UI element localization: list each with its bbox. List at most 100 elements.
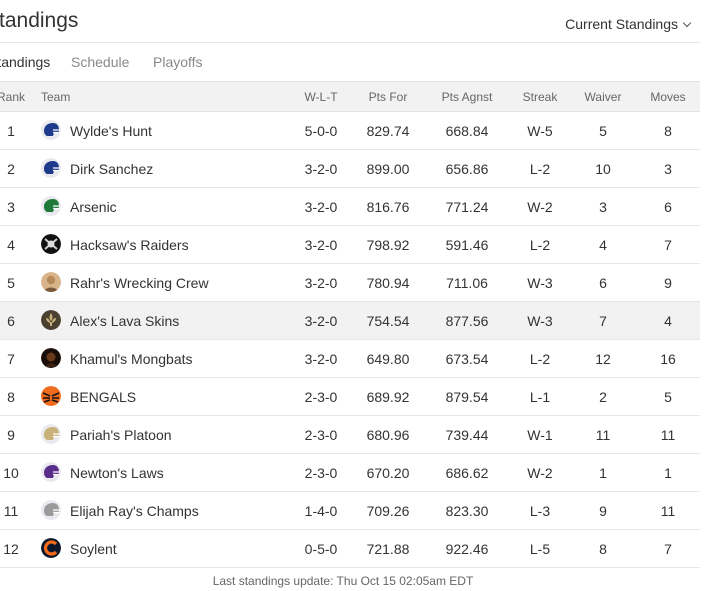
moves-cell: 4 bbox=[664, 313, 672, 329]
waiver-cell: 4 bbox=[599, 237, 607, 253]
streak-cell: L-2 bbox=[529, 237, 551, 253]
streak-cell: W-5 bbox=[527, 123, 553, 139]
team-name-link[interactable]: Pariah's Platoon bbox=[70, 427, 172, 443]
streak-cell: L-3 bbox=[529, 503, 551, 519]
bengals-stripe-logo[interactable] bbox=[41, 386, 61, 406]
table-row[interactable]: 1 Wylde's Hunt 5-0-0 829.74 668.84 W-5 5 8 bbox=[0, 112, 700, 150]
table-header: Rank Team W-L-T Pts For Pts Agnst Streak… bbox=[0, 81, 700, 112]
table-row[interactable]: 3 Arsenic 3-2-0 816.76 771.24 W-2 3 6 bbox=[0, 188, 700, 226]
waiver-cell: 9 bbox=[599, 503, 607, 519]
moves-cell: 7 bbox=[664, 237, 672, 253]
points-against-cell: 879.54 bbox=[445, 389, 489, 405]
record-cell: 3-2-0 bbox=[304, 351, 338, 367]
helmet-logo-green[interactable] bbox=[41, 196, 61, 216]
table-row[interactable]: 2 Dirk Sanchez 3-2-0 899.00 656.86 L-2 10 3 bbox=[0, 150, 700, 188]
team-name-link[interactable]: Rahr's Wrecking Crew bbox=[70, 275, 209, 291]
streak-cell: W-3 bbox=[527, 313, 553, 329]
rank-cell: 7 bbox=[7, 351, 15, 367]
points-against-cell: 686.62 bbox=[445, 465, 489, 481]
helmet-logo-purple[interactable] bbox=[41, 462, 61, 482]
column-header-moves[interactable]: Moves bbox=[643, 90, 693, 104]
waiver-cell: 10 bbox=[595, 161, 611, 177]
table-row[interactable]: 10 Newton's Laws 2-3-0 670.20 686.62 W-2 1 1 bbox=[0, 454, 700, 492]
dark-avatar-logo[interactable] bbox=[41, 348, 61, 368]
record-cell: 0-5-0 bbox=[304, 541, 338, 557]
helmet-logo-navy[interactable] bbox=[41, 158, 61, 178]
team-name-link[interactable]: Khamul's Mongbats bbox=[70, 351, 193, 367]
table-row[interactable]: 7 Khamul's Mongbats 3-2-0 649.80 673.54 L-2 12… bbox=[0, 340, 700, 378]
column-header-streak[interactable]: Streak bbox=[515, 90, 565, 104]
photo-avatar-logo[interactable] bbox=[41, 272, 61, 292]
streak-cell: W-3 bbox=[527, 275, 553, 291]
rank-cell: 1 bbox=[7, 123, 15, 139]
bears-c-logo[interactable] bbox=[41, 538, 61, 558]
table-row[interactable]: 5 Rahr's Wrecking Crew 3-2-0 780.94 711.06 W-… bbox=[0, 264, 700, 302]
record-cell: 3-2-0 bbox=[304, 199, 338, 215]
last-update-note: Last standings update: Thu Oct 15 02:05a… bbox=[212, 574, 474, 588]
rank-cell: 5 bbox=[7, 275, 15, 291]
record-cell: 2-3-0 bbox=[304, 427, 338, 443]
rank-cell: 9 bbox=[7, 427, 15, 443]
moves-cell: 9 bbox=[664, 275, 672, 291]
points-against-cell: 591.46 bbox=[445, 237, 489, 253]
column-header-team[interactable]: Team bbox=[41, 90, 70, 104]
record-cell: 5-0-0 bbox=[304, 123, 338, 139]
tab-playoffs[interactable]: Playoffs bbox=[153, 54, 203, 70]
helmet-logo-gold[interactable] bbox=[41, 424, 61, 444]
points-against-cell: 922.46 bbox=[445, 541, 489, 557]
moves-cell: 1 bbox=[664, 465, 672, 481]
record-cell: 3-2-0 bbox=[304, 275, 338, 291]
table-row[interactable]: 6 Alex's Lava Skins 3-2-0 754.54 877.56 W-3 7 4 bbox=[0, 302, 700, 340]
waiver-cell: 1 bbox=[599, 465, 607, 481]
tab-standings[interactable]: Standings bbox=[0, 54, 50, 70]
tab-bar: Standings Schedule Playoffs bbox=[0, 43, 700, 81]
points-against-cell: 668.84 bbox=[445, 123, 489, 139]
column-header-rank[interactable]: Rank bbox=[0, 90, 25, 104]
streak-cell: L-5 bbox=[529, 541, 551, 557]
header: Standings Current Standings bbox=[0, 0, 700, 43]
waiver-cell: 6 bbox=[599, 275, 607, 291]
team-name-link[interactable]: Dirk Sanchez bbox=[70, 161, 153, 177]
table-row[interactable]: 12 Soylent 0-5-0 721.88 922.46 L-5 8 7 bbox=[0, 530, 700, 568]
table-row[interactable]: 4 Hacksaw's Raiders 3-2-0 798.92 591.46 L-2 4 7 bbox=[0, 226, 700, 264]
team-name-link[interactable]: Newton's Laws bbox=[70, 465, 164, 481]
record-cell: 3-2-0 bbox=[304, 161, 338, 177]
chevron-down-icon bbox=[682, 18, 692, 28]
moves-cell: 5 bbox=[664, 389, 672, 405]
helmet-logo-navy[interactable] bbox=[41, 120, 61, 140]
standings-period-select[interactable]: Current Standings bbox=[565, 16, 692, 32]
record-cell: 3-2-0 bbox=[304, 313, 338, 329]
points-for-cell: 816.76 bbox=[366, 199, 410, 215]
standings-page: Standings Current Standings Standings Sc… bbox=[0, 0, 704, 591]
team-name-link[interactable]: Soylent bbox=[70, 541, 117, 557]
team-name-link[interactable]: BENGALS bbox=[70, 389, 136, 405]
rank-cell: 10 bbox=[3, 465, 19, 481]
moves-cell: 16 bbox=[660, 351, 676, 367]
team-name-link[interactable]: Wylde's Hunt bbox=[70, 123, 152, 139]
fleur-de-lis-logo[interactable] bbox=[41, 310, 61, 330]
column-header-pts-for[interactable]: Pts For bbox=[356, 90, 420, 104]
team-name-link[interactable]: Hacksaw's Raiders bbox=[70, 237, 189, 253]
helmet-logo-silver[interactable] bbox=[41, 500, 61, 520]
rank-cell: 12 bbox=[3, 541, 19, 557]
column-header-waiver[interactable]: Waiver bbox=[578, 90, 628, 104]
column-header-pts-agnst[interactable]: Pts Agnst bbox=[434, 90, 500, 104]
column-header-wlt[interactable]: W-L-T bbox=[296, 90, 346, 104]
tab-schedule[interactable]: Schedule bbox=[71, 54, 129, 70]
waiver-cell: 3 bbox=[599, 199, 607, 215]
points-for-cell: 689.92 bbox=[366, 389, 410, 405]
table-row[interactable]: 8 BENGALS 2-3-0 689.92 879.54 L-1 2 5 bbox=[0, 378, 700, 416]
points-for-cell: 721.88 bbox=[366, 541, 410, 557]
team-name-link[interactable]: Alex's Lava Skins bbox=[70, 313, 179, 329]
table-row[interactable]: 9 Pariah's Platoon 2-3-0 680.96 739.44 W-1 11 1… bbox=[0, 416, 700, 454]
team-name-link[interactable]: Elijah Ray's Champs bbox=[70, 503, 199, 519]
streak-cell: W-2 bbox=[527, 465, 553, 481]
raiders-shield-logo[interactable] bbox=[41, 234, 61, 254]
team-name-link[interactable]: Arsenic bbox=[70, 199, 117, 215]
points-against-cell: 673.54 bbox=[445, 351, 489, 367]
streak-cell: L-1 bbox=[529, 389, 551, 405]
table-row[interactable]: 11 Elijah Ray's Champs 1-4-0 709.26 823.30 L-… bbox=[0, 492, 700, 530]
table-body: 1 Wylde's Hunt 5-0-0 829.74 668.84 W-5 5 8 2 Dirk… bbox=[0, 112, 700, 568]
rank-cell: 6 bbox=[7, 313, 15, 329]
moves-cell: 11 bbox=[660, 427, 676, 443]
